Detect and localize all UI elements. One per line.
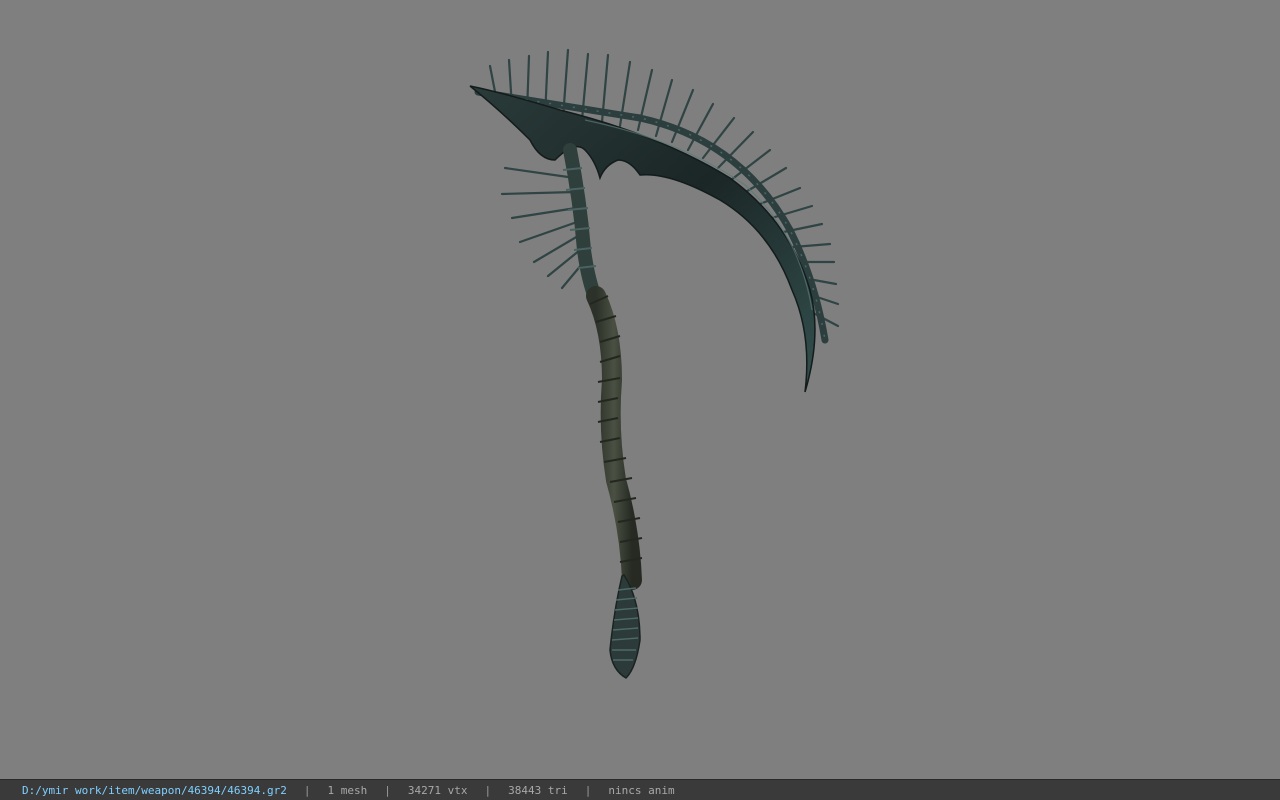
3d-viewport[interactable]: [0, 0, 1280, 779]
handle-upper: [563, 143, 603, 307]
separator: |: [484, 783, 492, 797]
handle-pommel: [609, 574, 641, 679]
file-path: D:/ymir work/item/weapon/46394/46394.gr2: [22, 783, 287, 797]
status-bar: D:/ymir work/item/weapon/46394/46394.gr2…: [0, 779, 1280, 800]
mesh-count: 1 mesh: [327, 783, 368, 797]
scythe-model: [469, 48, 840, 679]
separator: |: [584, 783, 592, 797]
blade-spikes: [488, 48, 840, 328]
triangle-count: 38443 tri: [508, 783, 568, 797]
separator: |: [384, 783, 391, 797]
scythe-blade: [469, 85, 816, 393]
vertex-count: 34271 vtx: [407, 783, 468, 797]
separator: |: [303, 783, 311, 797]
animation-status: nincs anim: [608, 783, 675, 797]
